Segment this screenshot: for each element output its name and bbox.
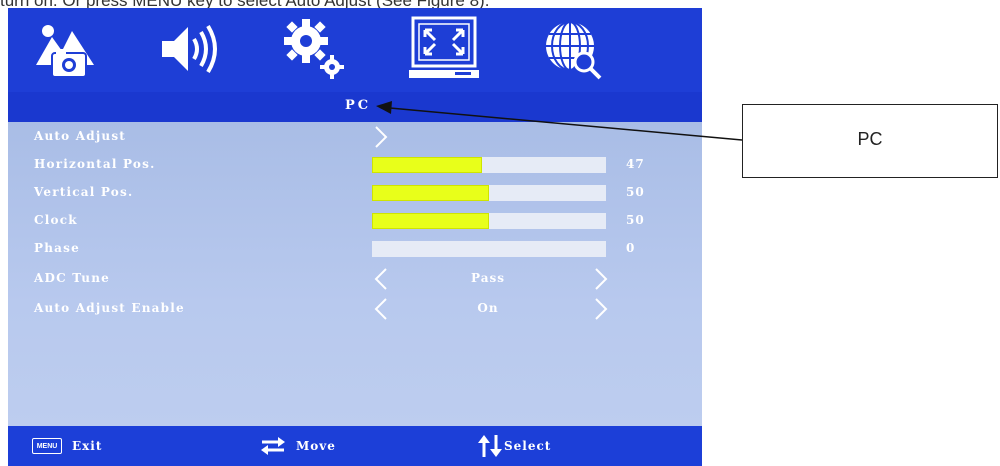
up-down-arrows-icon (478, 435, 502, 457)
row-horizontal-pos[interactable]: Horizontal Pos. 47 (8, 152, 702, 178)
vertical-pos-label: Vertical Pos. (34, 185, 134, 199)
osd-menu: PC Auto Adjust Horizontal Pos. 47 Vertic… (8, 8, 702, 466)
phase-value: 0 (626, 241, 636, 255)
callout-box: PC (742, 104, 998, 178)
footer-move[interactable]: Move (260, 436, 336, 456)
horizontal-pos-slider[interactable] (372, 157, 606, 173)
osd-settings-panel: Auto Adjust Horizontal Pos. 47 Vertical … (8, 122, 702, 426)
footer-exit[interactable]: MENU Exit (32, 436, 102, 456)
phase-slider[interactable] (372, 241, 606, 257)
chevron-right-icon[interactable] (592, 266, 610, 292)
clock-slider[interactable] (372, 213, 606, 229)
clock-label: Clock (34, 213, 78, 227)
swap-arrows-icon (261, 437, 285, 455)
row-clock[interactable]: Clock 50 (8, 208, 702, 234)
horizontal-pos-label: Horizontal Pos. (34, 157, 156, 171)
row-auto-adjust[interactable]: Auto Adjust (8, 124, 702, 150)
chevron-right-icon[interactable] (372, 124, 390, 150)
vertical-pos-value: 50 (626, 185, 645, 199)
footer-select[interactable]: Select (478, 435, 552, 457)
osd-icon-bar (8, 8, 702, 92)
callout-label: PC (857, 129, 883, 149)
adc-tune-value: Pass (471, 271, 505, 285)
vertical-pos-slider[interactable] (372, 185, 606, 201)
sound-icon[interactable] (150, 12, 228, 86)
adc-tune-label: ADC Tune (34, 271, 110, 285)
move-label: Move (296, 439, 336, 453)
chevron-right-icon[interactable] (592, 296, 610, 322)
row-vertical-pos[interactable]: Vertical Pos. 50 (8, 180, 702, 206)
row-auto-adjust-enable[interactable]: Auto Adjust Enable On (8, 296, 702, 322)
horizontal-pos-fill (372, 157, 482, 173)
auto-adjust-enable-value: On (477, 301, 499, 315)
chevron-left-icon[interactable] (372, 296, 390, 322)
pc-screen-icon[interactable] (406, 12, 484, 86)
globe-language-icon[interactable] (534, 12, 612, 86)
row-adc-tune[interactable]: ADC Tune Pass (8, 266, 702, 292)
vertical-pos-fill (372, 185, 489, 201)
chevron-left-icon[interactable] (372, 266, 390, 292)
auto-adjust-label: Auto Adjust (34, 129, 127, 143)
picture-icon[interactable] (26, 12, 104, 86)
auto-adjust-enable-label: Auto Adjust Enable (34, 301, 185, 315)
select-label: Select (504, 439, 552, 453)
phase-label: Phase (34, 241, 80, 255)
clock-fill (372, 213, 489, 229)
page-title: PC (344, 98, 372, 113)
clock-value: 50 (626, 213, 645, 227)
exit-label: Exit (72, 439, 103, 453)
row-phase[interactable]: Phase 0 (8, 236, 702, 262)
horizontal-pos-value: 47 (626, 157, 645, 171)
settings-icon[interactable] (274, 12, 352, 86)
menu-key-icon: MENU (32, 438, 62, 454)
osd-title-bar: PC (8, 92, 702, 122)
osd-footer: MENU Exit Move Select (8, 426, 702, 466)
